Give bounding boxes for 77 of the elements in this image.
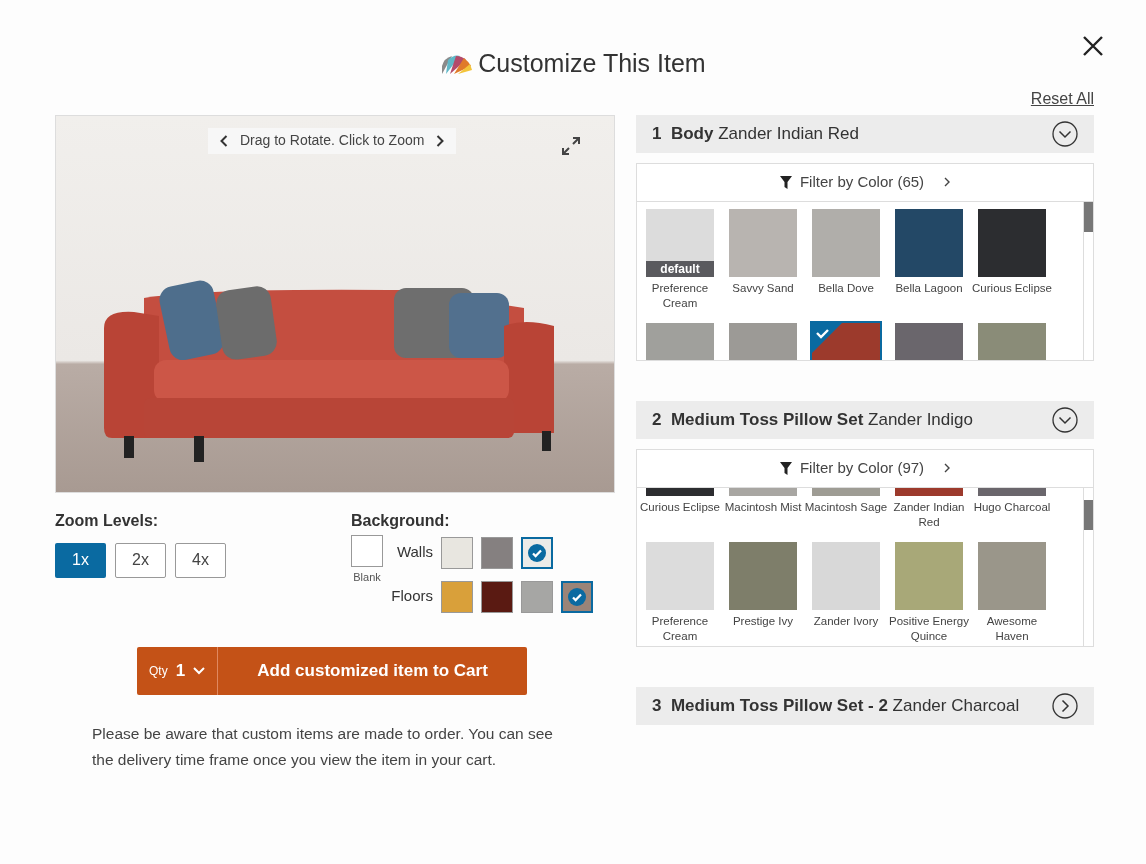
filter-button[interactable]: Filter by Color (97) — [637, 449, 1093, 488]
background-swatch[interactable] — [441, 536, 473, 569]
fabric-swatch[interactable]: default — [646, 208, 714, 277]
fabric-swatch[interactable] — [978, 541, 1046, 610]
background-swatch[interactable] — [521, 536, 553, 569]
background-swatch[interactable] — [521, 580, 553, 613]
reset-all-link[interactable]: Reset All — [1030, 86, 1094, 111]
background-row-label: Walls — [395, 542, 433, 563]
fabric-swatch[interactable] — [978, 208, 1046, 277]
zoom-level-button[interactable]: 2x — [115, 542, 166, 578]
sofa-photo[interactable]: Drag to Rotate. Click to Zoom — [55, 114, 615, 493]
filter-button[interactable]: Filter by Color (65) — [637, 163, 1093, 202]
custom-order-note: Please be aware that custom items are made to order. You can see the delivery time frame once you view the item in your cart. — [92, 723, 554, 770]
blank-label: Blank — [353, 569, 381, 585]
caret-icon — [193, 666, 206, 675]
zoom-levels-label: Zoom Levels: — [55, 510, 160, 531]
add-to-cart-button[interactable]: Add customized item to Cart — [218, 646, 527, 695]
swatch-name: Zander Ivory — [812, 613, 880, 629]
section-title: 2 Medium Toss Pillow Set Zander Indigo — [652, 408, 974, 431]
swatch-name: Bella Dove — [817, 280, 875, 296]
fabric-swatch[interactable] — [812, 208, 880, 277]
swatch-name: Macintosh Mist — [723, 499, 803, 515]
chevron-right-icon — [944, 463, 951, 473]
quantity-value: 1 — [175, 659, 186, 682]
swatch-name: Preference Cream — [650, 280, 710, 311]
expand-icon[interactable] — [561, 135, 581, 156]
background-swatch[interactable] — [561, 580, 593, 613]
swatch-name: Hugo Charcoal — [972, 499, 1052, 515]
check-icon — [568, 587, 586, 606]
dialog-title: Customize This Item — [478, 48, 706, 79]
swatch-name: Positive Energy Quince — [888, 613, 970, 644]
default-badge: default — [646, 260, 714, 277]
swatch-name: Curious Eclipse — [639, 499, 721, 515]
check-icon — [528, 543, 546, 562]
zoom-level-button[interactable]: 1x — [55, 542, 106, 578]
fabric-swatch[interactable] — [895, 541, 963, 610]
close-button[interactable] — [1082, 34, 1106, 58]
swatch-name: Curious Eclipse — [971, 280, 1053, 296]
rotate-hint[interactable]: Drag to Rotate. Click to Zoom — [208, 127, 457, 154]
chevron-right-icon[interactable] — [1052, 692, 1078, 719]
filter-icon — [779, 461, 792, 475]
fabric-swatch[interactable] — [646, 541, 714, 610]
blank-swatch[interactable] — [351, 534, 383, 567]
selected-corner-icon — [812, 322, 842, 353]
section-header[interactable]: 1 Body Zander Indian Red — [636, 114, 1094, 153]
background-swatch[interactable] — [481, 580, 513, 613]
background-swatch[interactable] — [441, 580, 473, 613]
close-icon — [1082, 35, 1104, 57]
section-title: 1 Body Zander Indian Red — [652, 122, 860, 145]
fabric-swatch[interactable] — [729, 541, 797, 610]
chevron-right-icon — [944, 177, 951, 187]
scrollbar-thumb[interactable] — [1084, 499, 1093, 530]
chevron-right-icon — [436, 134, 445, 147]
chevron-left-icon — [220, 134, 228, 147]
section-header[interactable]: 2 Medium Toss Pillow Set Zander Indigo — [636, 400, 1094, 439]
swatch-name: Awesome Haven — [985, 613, 1039, 644]
chevron-down-icon[interactable] — [1052, 120, 1078, 147]
quantity-dropdown[interactable]: Qty 1 — [137, 646, 219, 695]
swatch-name: Zander Indian Red — [892, 499, 966, 530]
quantity-label: Qty — [149, 662, 168, 680]
filter-icon — [779, 175, 792, 189]
section-header[interactable]: 3 Medium Toss Pillow Set - 2 Zander Charcoal — [636, 686, 1094, 725]
scrollbar-thumb[interactable] — [1084, 201, 1093, 232]
chevron-down-icon[interactable] — [1052, 406, 1078, 433]
fabric-swatch[interactable] — [895, 208, 963, 277]
zoom-level-button[interactable]: 4x — [175, 542, 226, 578]
swatch-name: Preference Cream — [650, 613, 710, 644]
section-title: 3 Medium Toss Pillow Set - 2 Zander Charcoal — [652, 694, 1021, 717]
swatch-name: Bella Lagoon — [894, 280, 964, 296]
swatch-name: Macintosh Sage — [804, 499, 888, 515]
fabric-swatch[interactable] — [812, 541, 880, 610]
swatch-name: Prestige Ivy — [731, 613, 795, 629]
fabric-swatch[interactable] — [729, 208, 797, 277]
background-label: Background: — [351, 510, 451, 531]
background-row-label: Floors — [391, 586, 433, 607]
swatch-name: Savvy Sand — [731, 280, 795, 296]
background-swatch[interactable] — [481, 536, 513, 569]
